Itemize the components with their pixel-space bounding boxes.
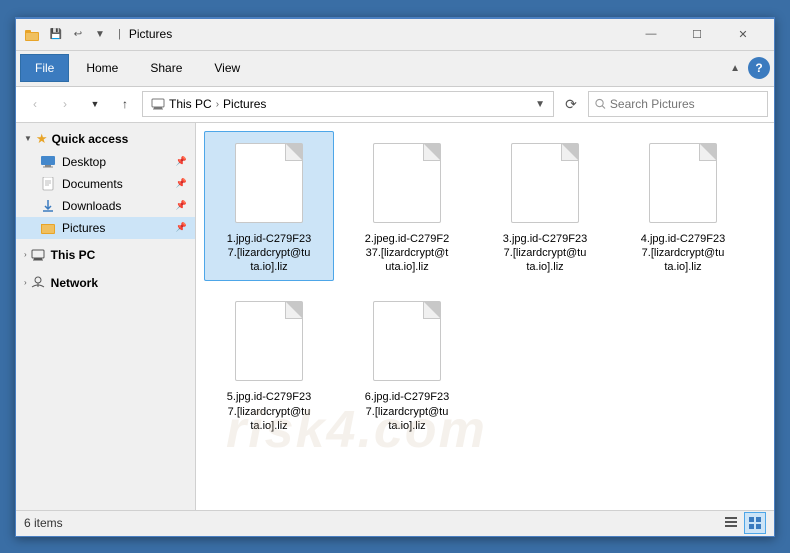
file-name-6: 6.jpg.id-C279F237.[lizardcrypt@tuta.io].…	[365, 390, 449, 433]
address-path[interactable]: This PC › Pictures ▼	[142, 91, 554, 117]
sidebar-documents-label: Documents	[62, 177, 170, 191]
path-pictures: Pictures	[223, 97, 266, 111]
file-icon-2	[367, 138, 447, 228]
sidebar-network-header[interactable]: › Network	[16, 271, 195, 295]
doc-shape	[373, 301, 441, 381]
dropdown-recent-button[interactable]: ▼	[82, 91, 108, 117]
back-button[interactable]: ‹	[22, 91, 48, 117]
tab-file[interactable]: File	[20, 54, 69, 82]
doc-shape	[649, 143, 717, 223]
quickaccess-star-icon: ★	[36, 131, 48, 147]
file-name-4: 4.jpg.id-C279F237.[lizardcrypt@tuta.io].…	[641, 232, 725, 275]
sidebar: ▼ ★ Quick access Desktop 📌	[16, 123, 196, 510]
maximize-button[interactable]: ☐	[674, 18, 720, 50]
desktop-icon	[40, 154, 56, 170]
quick-save-area: 💾 ↩ ▼	[46, 24, 110, 44]
sidebar-thispc-header[interactable]: › This PC	[16, 243, 195, 267]
documents-icon	[40, 176, 56, 192]
minimize-button[interactable]: —	[628, 18, 674, 50]
file-name-1: 1.jpg.id-C279F237.[lizardcrypt@tuta.io].…	[227, 232, 311, 275]
file-icon-6	[367, 296, 447, 386]
undo-icon[interactable]: ↩	[68, 24, 88, 44]
close-button[interactable]: ✕	[720, 18, 766, 50]
network-label: Network	[51, 276, 98, 290]
ribbon-collapse-icon[interactable]: ▲	[726, 61, 744, 76]
refresh-button[interactable]: ⟳	[558, 91, 584, 117]
search-icon	[595, 98, 606, 110]
file-item-4[interactable]: 4.jpg.id-C279F237.[lizardcrypt@tuta.io].…	[618, 131, 748, 282]
forward-button[interactable]: ›	[52, 91, 78, 117]
doc-shape	[373, 143, 441, 223]
path-dropdown-icon[interactable]: ▼	[535, 99, 545, 110]
downloads-icon	[40, 198, 56, 214]
up-button[interactable]: ↑	[112, 91, 138, 117]
details-view-button[interactable]	[720, 512, 742, 534]
sidebar-pictures-label: Pictures	[62, 221, 170, 235]
path-pc: This PC	[151, 97, 212, 111]
item-count: 6 items	[24, 516, 712, 530]
file-name-2: 2.jpeg.id-C279F237.[lizardcrypt@tuta.io]…	[365, 232, 449, 275]
thispc-label: This PC	[51, 248, 96, 262]
ribbon: File Home Share View ▲ ?	[16, 51, 774, 87]
window-title: Pictures	[129, 27, 628, 41]
sidebar-section-quickaccess: ▼ ★ Quick access Desktop 📌	[16, 127, 195, 239]
title-bar: 💾 ↩ ▼ | Pictures — ☐ ✕	[16, 19, 774, 51]
sidebar-desktop-label: Desktop	[62, 155, 170, 169]
file-icon-5	[229, 296, 309, 386]
sidebar-section-network: › Network	[16, 271, 195, 295]
explorer-window: 💾 ↩ ▼ | Pictures — ☐ ✕ File Home Share V…	[15, 17, 775, 537]
desktop-pin-icon: 📌	[176, 156, 187, 167]
thispc-chevron: ›	[24, 250, 27, 259]
address-bar: ‹ › ▼ ↑ This PC › Pictures ▼ ⟳	[16, 87, 774, 123]
sidebar-item-downloads[interactable]: Downloads 📌	[16, 195, 195, 217]
tab-home[interactable]: Home	[71, 54, 133, 82]
file-item-2[interactable]: 2.jpeg.id-C279F237.[lizardcrypt@tuta.io]…	[342, 131, 472, 282]
file-grid: 1.jpg.id-C279F237.[lizardcrypt@tuta.io].…	[204, 131, 766, 441]
file-item-3[interactable]: 3.jpg.id-C279F237.[lizardcrypt@tuta.io].…	[480, 131, 610, 282]
sidebar-item-documents[interactable]: Documents 📌	[16, 173, 195, 195]
doc-shape	[235, 301, 303, 381]
large-icon-view-button[interactable]	[744, 512, 766, 534]
file-item-6[interactable]: 6.jpg.id-C279F237.[lizardcrypt@tuta.io].…	[342, 289, 472, 440]
qs-dropdown[interactable]: ▼	[90, 24, 110, 44]
quickaccess-chevron: ▼	[24, 134, 32, 143]
network-chevron: ›	[24, 278, 27, 287]
documents-pin-icon: 📌	[176, 178, 187, 189]
doc-shape	[511, 143, 579, 223]
search-box[interactable]	[588, 91, 768, 117]
sidebar-item-desktop[interactable]: Desktop 📌	[16, 151, 195, 173]
sidebar-downloads-label: Downloads	[62, 199, 170, 213]
file-area: 1.jpg.id-C279F237.[lizardcrypt@tuta.io].…	[196, 123, 774, 510]
main-area: ▼ ★ Quick access Desktop 📌	[16, 123, 774, 510]
ribbon-right: ▲ ?	[726, 57, 770, 79]
view-buttons	[720, 512, 766, 534]
file-name-3: 3.jpg.id-C279F237.[lizardcrypt@tuta.io].…	[503, 232, 587, 275]
downloads-pin-icon: 📌	[176, 200, 187, 211]
file-item-5[interactable]: 5.jpg.id-C279F237.[lizardcrypt@tuta.io].…	[204, 289, 334, 440]
window-icon	[24, 26, 40, 42]
save-icon[interactable]: 💾	[46, 24, 66, 44]
sidebar-quickaccess-header[interactable]: ▼ ★ Quick access	[16, 127, 195, 151]
path-separator-1: ›	[216, 99, 219, 110]
doc-shape	[235, 143, 303, 223]
file-icon-1	[229, 138, 309, 228]
thispc-icon	[31, 247, 47, 263]
pictures-icon	[40, 220, 56, 236]
file-item-1[interactable]: 1.jpg.id-C279F237.[lizardcrypt@tuta.io].…	[204, 131, 334, 282]
tab-share[interactable]: Share	[135, 54, 197, 82]
status-bar: 6 items	[16, 510, 774, 536]
help-button[interactable]: ?	[748, 57, 770, 79]
network-icon	[31, 275, 47, 291]
sidebar-section-thispc: › This PC	[16, 243, 195, 267]
sidebar-item-pictures[interactable]: Pictures 📌	[16, 217, 195, 239]
file-icon-3	[505, 138, 585, 228]
file-icon-4	[643, 138, 723, 228]
pictures-pin-icon: 📌	[176, 222, 187, 233]
search-input[interactable]	[610, 97, 761, 111]
tab-view[interactable]: View	[199, 54, 255, 82]
window-controls: — ☐ ✕	[628, 18, 766, 50]
quickaccess-label: Quick access	[52, 132, 129, 146]
file-name-5: 5.jpg.id-C279F237.[lizardcrypt@tuta.io].…	[227, 390, 311, 433]
